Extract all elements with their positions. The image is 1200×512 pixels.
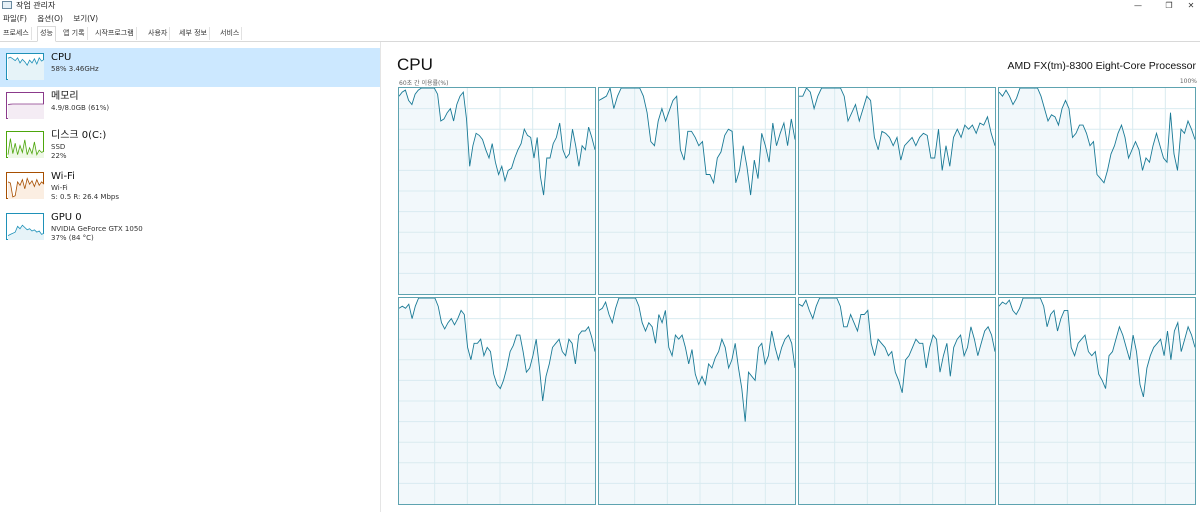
tab-bar: 프로세스 성능 앱 기록 시작프로그램 사용자 세부 정보 서비스 [0,26,1200,42]
cpu-core-graph-3 [798,87,996,295]
cpu-core-graphs [398,87,1198,507]
cpu-core-graph-4 [998,87,1196,295]
sparkline-area [8,57,44,80]
core-graph-canvas [599,88,795,294]
page-title: CPU [397,55,433,74]
sidebar-item-label: 메모리 [51,91,79,102]
sidebar-item-label: GPU 0 [51,212,82,223]
sidebar-item-memory[interactable]: 메모리 4.9/8.0GB (61%) [0,87,380,126]
wifi-thumbnail-graph [6,172,45,199]
tab-processes[interactable]: 프로세스 [1,27,32,40]
sidebar-item-label: Wi-Fi [51,171,75,182]
menu-view[interactable]: 보기(V) [73,14,98,23]
sidebar-item-detail: NVIDIA GeForce GTX 1050 [51,225,143,233]
core-graph-canvas [999,298,1195,504]
menu-bar: 파일(F) 옵션(O) 보기(V) [0,12,103,25]
restore-button[interactable]: ❐ [1159,0,1179,11]
core-graph-canvas [399,88,595,294]
cpu-core-graph-6 [598,297,796,505]
sidebar-item-detail: 4.9/8.0GB (61%) [51,104,110,112]
cpu-core-graph-5 [398,297,596,505]
title-bar: 작업 관리자 — ❐ ✕ [0,0,1200,12]
cpu-thumbnail-graph [6,53,45,80]
tab-services[interactable]: 서비스 [218,27,243,40]
cpu-core-graph-1 [398,87,596,295]
tab-details[interactable]: 세부 정보 [177,27,210,40]
sidebar-item-cpu[interactable]: CPU 58% 3.46GHz [0,48,380,87]
sidebar-item-detail: 58% 3.46GHz [51,65,99,73]
core-graph-canvas [399,298,595,504]
sidebar-item-value: 37% (84 °C) [51,234,94,242]
window-title: 작업 관리자 [16,1,56,10]
sidebar-item-detail: SSD [51,143,66,151]
utilization-axis-label: 60초 간 이용률(%) [399,80,449,87]
sidebar-item-gpu[interactable]: GPU 0 NVIDIA GeForce GTX 1050 37% (84 °C… [0,208,380,247]
task-manager-app-icon [2,1,12,9]
close-button[interactable]: ✕ [1181,0,1200,11]
utilization-axis-max: 100% [1179,78,1197,85]
minimize-button[interactable]: — [1128,0,1148,11]
performance-sidebar: CPU 58% 3.46GHz 메모리 4.9/8.0GB (61%) 디스크 … [0,42,381,512]
core-graph-canvas [599,298,795,504]
menu-options[interactable]: 옵션(O) [37,14,63,23]
core-graph-canvas [799,298,995,504]
tab-users[interactable]: 사용자 [146,27,171,40]
disk-thumbnail-graph [6,131,45,158]
sidebar-item-label: 디스크 0(C:) [51,130,107,141]
sidebar-item-value: 22% [51,152,67,160]
sparkline-area [8,178,44,199]
cpu-model-name: AMD FX(tm)-8300 Eight-Core Processor [1007,60,1196,72]
sidebar-item-wifi[interactable]: Wi-Fi Wi-Fi S: 0.5 R: 26.4 Mbps [0,167,380,206]
sidebar-item-value: S: 0.5 R: 26.4 Mbps [51,193,120,201]
sidebar-item-label: CPU [51,52,72,63]
core-graph-canvas [799,88,995,294]
tab-startup[interactable]: 시작프로그램 [93,27,137,40]
tab-performance[interactable]: 성능 [37,26,56,42]
menu-file[interactable]: 파일(F) [3,14,27,23]
cpu-core-graph-7 [798,297,996,505]
tab-app-history[interactable]: 앱 기록 [61,27,88,40]
sidebar-item-disk[interactable]: 디스크 0(C:) SSD 22% [0,126,380,165]
sidebar-item-detail: Wi-Fi [51,184,68,192]
core-graph-canvas [999,88,1195,294]
memory-thumbnail-graph [6,92,44,119]
cpu-core-graph-8 [998,297,1196,505]
sparkline-area [8,104,44,119]
cpu-core-graph-2 [598,87,796,295]
gpu-thumbnail-graph [6,213,45,240]
